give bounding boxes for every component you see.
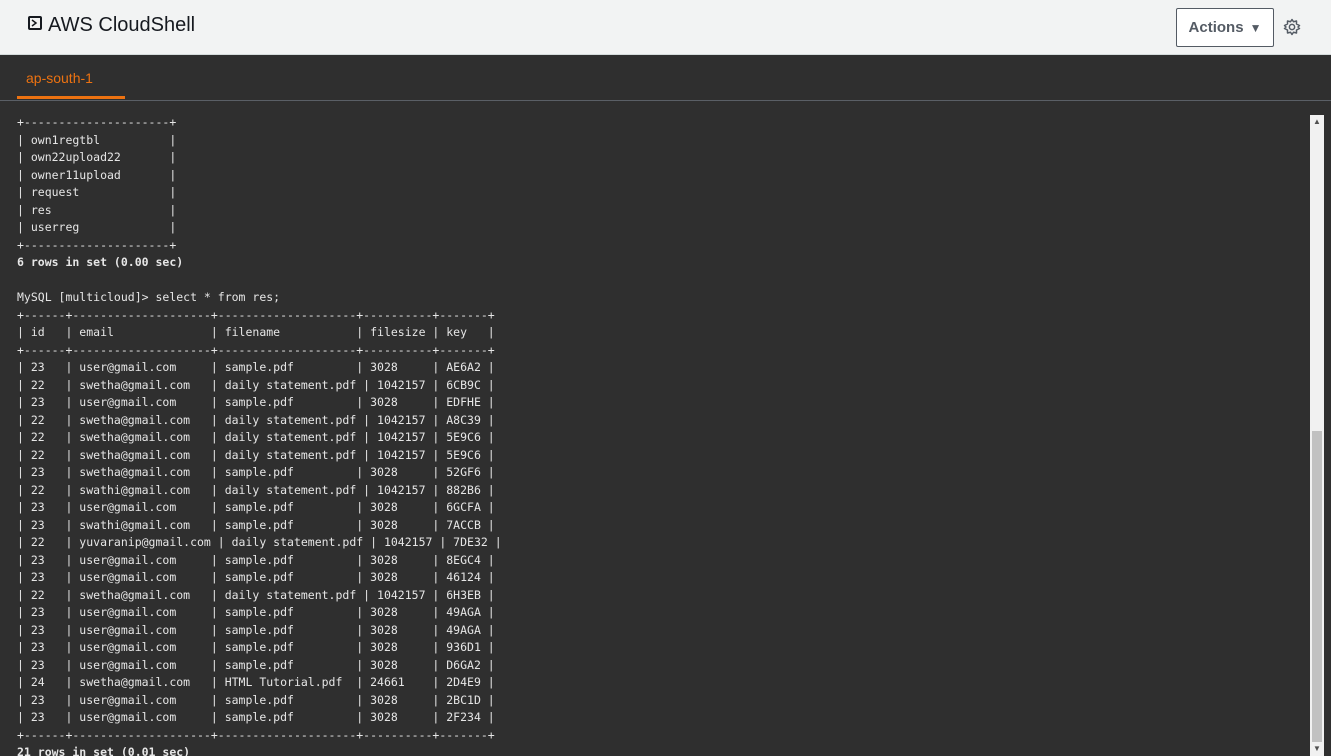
terminal-line: +---------------------+ — [17, 237, 177, 252]
terminal-line: | own22upload22 | — [17, 150, 177, 164]
terminal-line: | owner11upload | — [17, 167, 177, 182]
terminal-line: +------+--------------------+-----------… — [17, 342, 495, 357]
actions-button[interactable]: Actions ▼ — [1176, 8, 1274, 47]
scroll-down-arrow-icon[interactable]: ▼ — [1310, 742, 1324, 756]
terminal-line: | 22 | swetha@gmail.com | daily statemen… — [17, 587, 495, 602]
terminal-line: | own1regtbl | — [17, 132, 177, 147]
terminal-line: | res | — [17, 202, 177, 217]
terminal-line: | 22 | swetha@gmail.com | daily statemen… — [17, 377, 495, 392]
scroll-up-arrow-icon[interactable]: ▲ — [1310, 115, 1324, 129]
app-title: AWS CloudShell — [48, 14, 196, 36]
terminal-line: | 22 | yuvaranip@gmail.com | daily state… — [17, 535, 502, 549]
terminal-line: MySQL [multicloud]> select * from res; — [17, 290, 281, 304]
terminal-line: +---------------------+ — [17, 115, 177, 129]
terminal-line: | 23 | user@gmail.com | sample.pdf | 302… — [17, 570, 495, 584]
terminal-line: | 23 | swetha@gmail.com | sample.pdf | 3… — [17, 465, 495, 479]
terminal-output[interactable]: +---------------------+ | own1regtbl | | o… — [17, 114, 1302, 756]
terminal-line: | 23 | user@gmail.com | sample.pdf | 302… — [17, 640, 495, 654]
terminal-line: | 24 | swetha@gmail.com | HTML Tutorial.… — [17, 675, 495, 689]
terminal-line: | 22 | swetha@gmail.com | daily statemen… — [17, 430, 495, 444]
terminal-line: | 23 | user@gmail.com | sample.pdf | 302… — [17, 605, 495, 619]
terminal-line: | 23 | user@gmail.com | sample.pdf | 302… — [17, 552, 495, 567]
terminal-line: 6 rows in set (0.00 sec) — [17, 255, 184, 269]
terminal-line: 21 rows in set (0.01 sec) — [17, 745, 191, 756]
terminal-line: +------+--------------------+-----------… — [17, 727, 495, 742]
top-navigation-bar: AWS CloudShell Actions ▼ — [0, 0, 1331, 55]
cloudshell-terminal-icon — [28, 16, 42, 30]
terminal-line: | 23 | user@gmail.com | sample.pdf | 302… — [17, 657, 495, 672]
actions-button-label: Actions — [1188, 19, 1244, 36]
terminal-line: | 23 | swathi@gmail.com | sample.pdf | 3… — [17, 517, 495, 532]
terminal-line: | 23 | user@gmail.com | sample.pdf | 302… — [17, 500, 495, 514]
tab-ap-south-1[interactable]: ap-south-1 — [17, 55, 125, 99]
scrollbar-thumb[interactable] — [1312, 431, 1322, 742]
terminal-line: | 23 | user@gmail.com | sample.pdf | 302… — [17, 710, 495, 724]
terminal-line: | 23 | user@gmail.com | sample.pdf | 302… — [17, 360, 495, 374]
terminal-line: | 22 | swathi@gmail.com | daily statemen… — [17, 482, 495, 497]
terminal-line: | 23 | user@gmail.com | sample.pdf | 302… — [17, 692, 495, 707]
terminal-line: | userreg | — [17, 220, 177, 234]
caret-down-icon: ▼ — [1249, 20, 1262, 35]
terminal-line: | 23 | user@gmail.com | sample.pdf | 302… — [17, 395, 495, 409]
terminal-line: | 23 | user@gmail.com | sample.pdf | 302… — [17, 622, 495, 637]
terminal-line: | id | email | filename | filesize | key… — [17, 325, 495, 339]
terminal-line: | request | — [17, 185, 177, 199]
terminal-line: | 22 | swetha@gmail.com | daily statemen… — [17, 447, 495, 462]
terminal-line: | 22 | swetha@gmail.com | daily statemen… — [17, 412, 495, 427]
region-tab-bar: ap-south-1 — [0, 55, 1331, 101]
terminal-scrollbar[interactable]: ▲ ▼ — [1310, 115, 1324, 756]
gear-icon[interactable] — [1283, 18, 1301, 36]
terminal-line: +------+--------------------+-----------… — [17, 307, 495, 322]
